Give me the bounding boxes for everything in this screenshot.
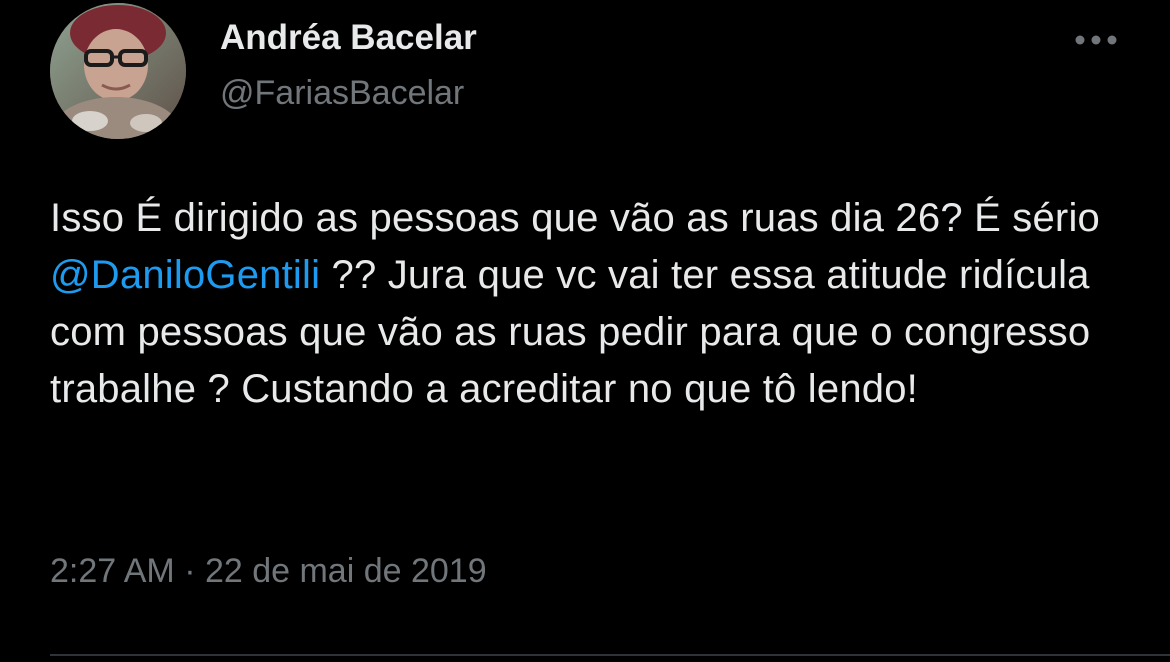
avatar[interactable]: [50, 3, 186, 139]
more-options-icon[interactable]: [1068, 22, 1124, 58]
author-display-name[interactable]: Andréa Bacelar: [220, 18, 477, 58]
tweet-timestamp[interactable]: 2:27 AM · 22 de mai de 2019: [50, 552, 487, 591]
author-handle[interactable]: @FariasBacelar: [220, 74, 464, 113]
tweet: Andréa Bacelar @FariasBacelar Isso É dir…: [0, 0, 1170, 662]
tweet-text: Isso É dirigido as pessoas que vão as ru…: [50, 190, 1130, 418]
avatar-photo: [50, 3, 186, 139]
divider: [50, 654, 1170, 656]
mention-link[interactable]: @DaniloGentili: [50, 253, 320, 297]
tweet-text-part: Isso É dirigido as pessoas que vão as ru…: [50, 196, 1100, 240]
